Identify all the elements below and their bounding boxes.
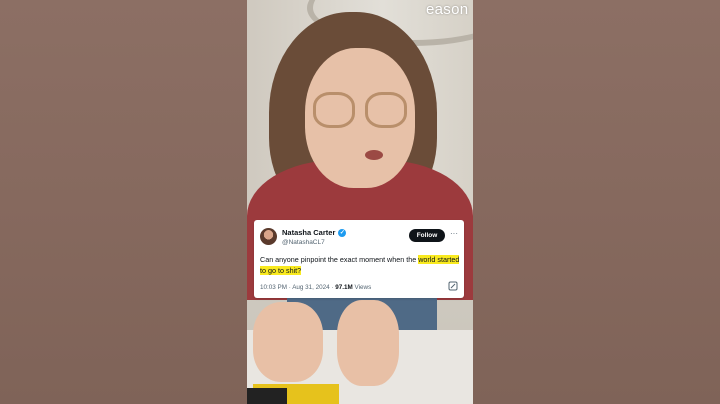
tweet-text: Can anyone pinpoint the exact moment whe… <box>260 254 460 276</box>
left-hand <box>253 302 323 382</box>
author-display-name[interactable]: Natasha Carter <box>282 228 335 238</box>
follow-button[interactable]: Follow <box>409 229 445 242</box>
video-frame[interactable] <box>247 0 473 404</box>
views-label: Views <box>352 284 372 291</box>
tweet-author-row: Natasha Carter ✓ <box>282 228 347 238</box>
tweet-timestamp[interactable]: 10:03 PM · Aug 31, 2024 · <box>260 284 335 291</box>
author-handle[interactable]: @NatashaCL7 <box>282 238 325 247</box>
verified-badge-icon: ✓ <box>338 229 347 237</box>
glasses-left-lens <box>313 92 355 128</box>
background-right-panel <box>473 0 720 404</box>
grok-icon[interactable] <box>447 281 459 293</box>
person-mouth <box>365 150 383 160</box>
black-object <box>247 388 287 404</box>
glasses-right-lens <box>365 92 407 128</box>
more-options-icon[interactable]: ··· <box>449 228 459 240</box>
tweet-card[interactable]: Natasha Carter ✓ @NatashaCL7 Follow ··· … <box>254 220 464 298</box>
tweet-text-plain: Can anyone pinpoint the exact moment whe… <box>260 255 417 264</box>
tweet-meta: 10:03 PM · Aug 31, 2024 · 97.1M Views <box>260 284 371 292</box>
views-count: 97.1M <box>335 284 353 291</box>
background-left-panel <box>0 0 247 404</box>
avatar[interactable] <box>260 228 277 245</box>
channel-watermark: eason <box>426 1 469 18</box>
grok-icon-svg <box>448 281 458 291</box>
right-hand <box>337 300 399 386</box>
